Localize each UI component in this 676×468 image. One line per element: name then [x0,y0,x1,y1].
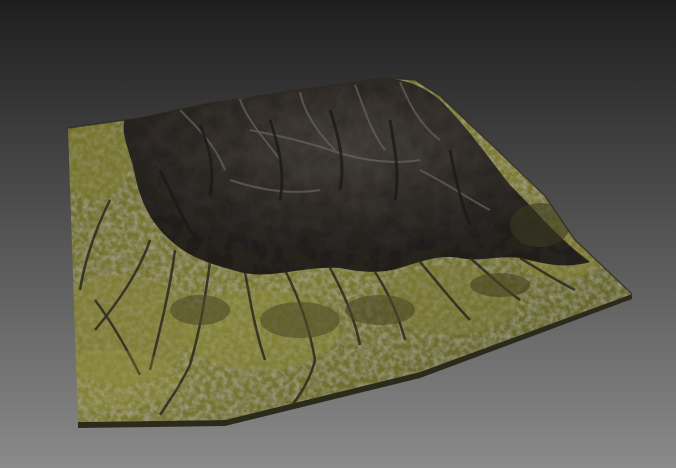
render-viewport [0,0,676,468]
terrain-render [0,0,676,468]
